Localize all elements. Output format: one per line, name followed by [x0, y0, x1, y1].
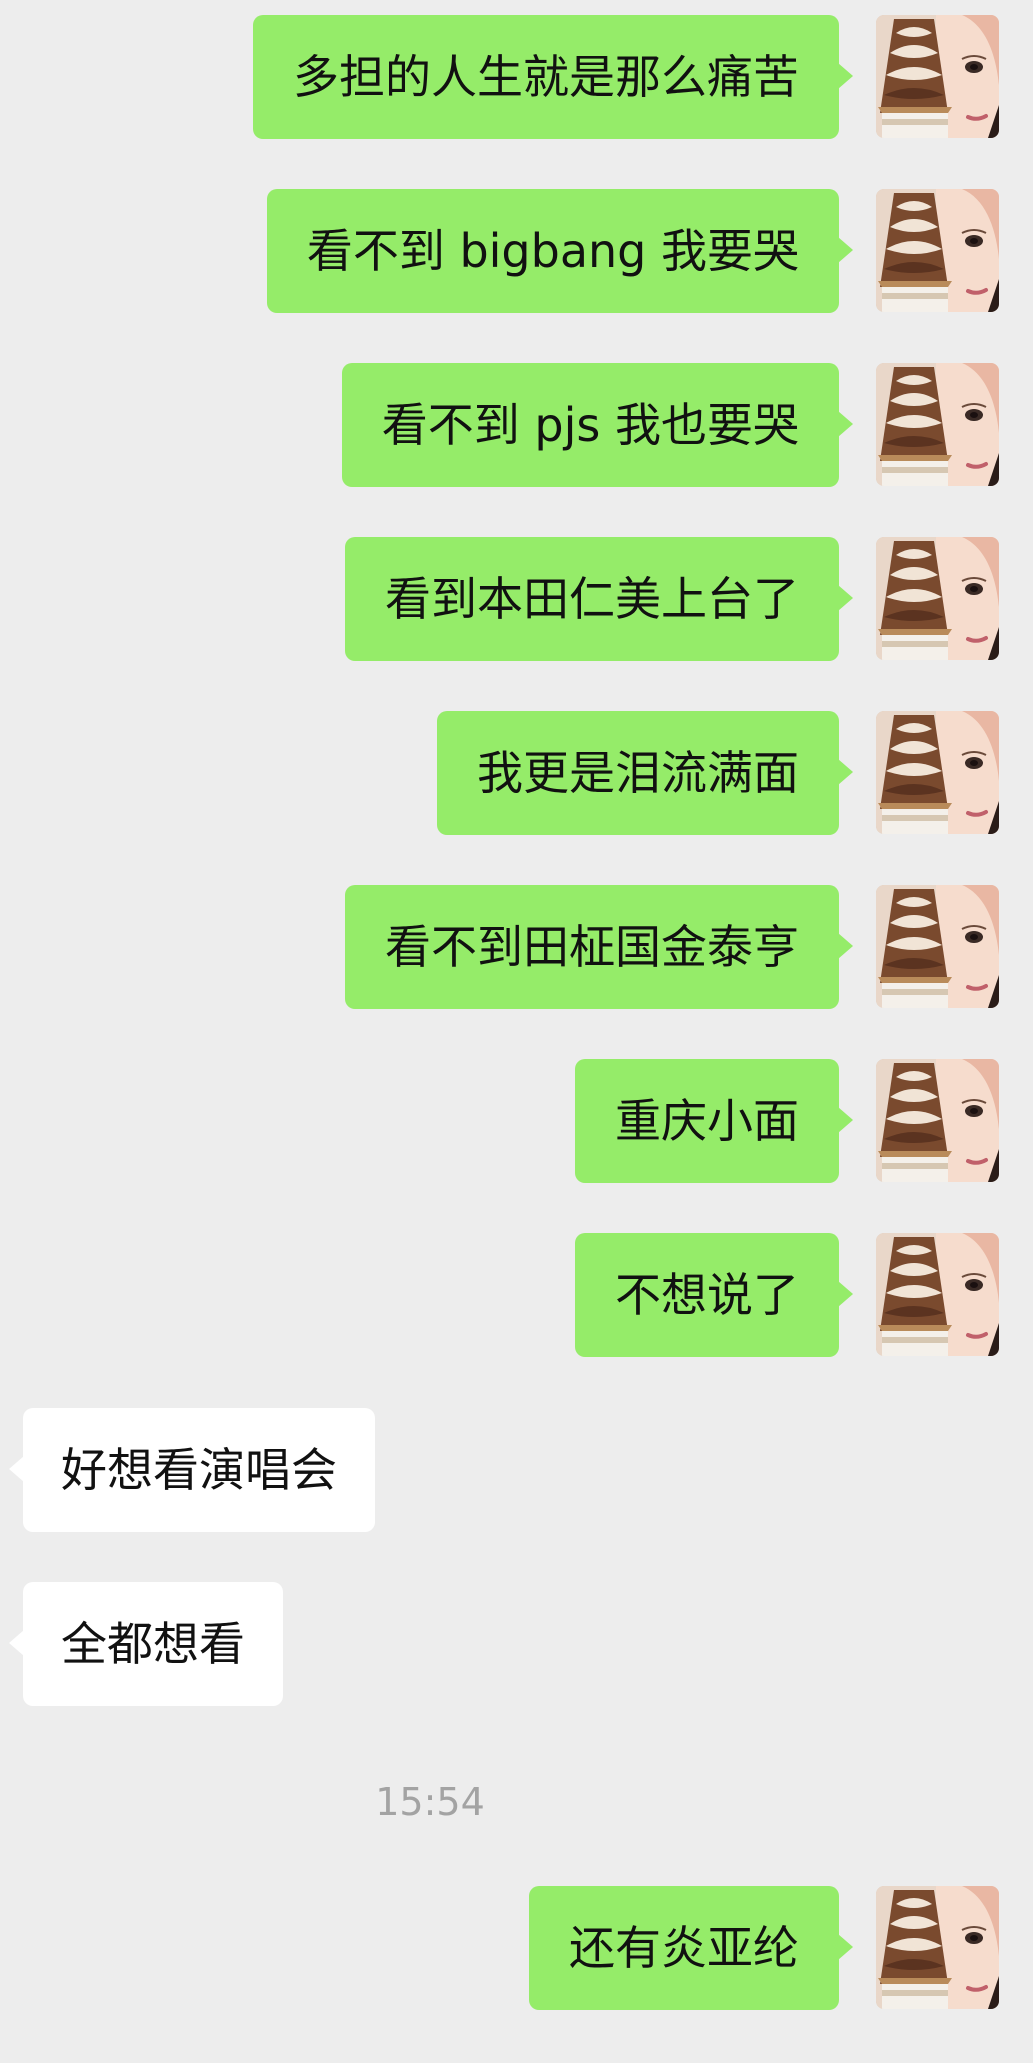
message-text: 好想看演唱会 — [61, 1443, 337, 1497]
sent-message-row: 还有炎亚纶 — [0, 1886, 1033, 2010]
avatar[interactable] — [876, 885, 999, 1008]
sent-message-row: 看到本田仁美上台了 — [0, 537, 1033, 661]
sent-message-row: 多担的人生就是那么痛苦 — [0, 15, 1033, 139]
message-text: 看不到 pjs 我也要哭 — [381, 398, 799, 452]
received-message-row: 好想看演唱会 — [0, 1408, 1033, 1532]
message-text: 看不到田柾国金泰亨 — [385, 920, 799, 974]
sent-message-bubble[interactable]: 重庆小面 — [575, 1059, 853, 1183]
chat-message-list: 多担的人生就是那么痛苦看不到 bigbang 我要哭看不到 pjs 我也要哭 看到… — [0, 0, 1033, 2063]
sent-message-bubble[interactable]: 看不到田柾国金泰亨 — [345, 885, 853, 1009]
message-text: 不想说了 — [615, 1268, 799, 1322]
sent-message-row: 重庆小面 — [0, 1059, 1033, 1183]
message-text: 全都想看 — [61, 1617, 245, 1671]
avatar[interactable] — [876, 537, 999, 660]
sent-message-bubble[interactable]: 看到本田仁美上台了 — [345, 537, 853, 661]
sent-message-bubble[interactable]: 我更是泪流满面 — [437, 711, 853, 835]
sent-message-bubble[interactable]: 看不到 pjs 我也要哭 — [341, 363, 854, 487]
sent-message-bubble[interactable]: 不想说了 — [575, 1233, 853, 1357]
message-timestamp: 15:54 — [375, 1780, 485, 1824]
sent-message-row: 看不到 pjs 我也要哭 — [0, 363, 1033, 487]
sent-message-row: 我更是泪流满面 — [0, 711, 1033, 835]
sent-message-bubble[interactable]: 多担的人生就是那么痛苦 — [253, 15, 853, 139]
received-message-bubble[interactable]: 全都想看 — [9, 1582, 283, 1706]
avatar[interactable] — [876, 711, 999, 834]
avatar[interactable] — [876, 1233, 999, 1356]
sent-message-bubble[interactable]: 还有炎亚纶 — [529, 1886, 853, 2010]
message-text: 看到本田仁美上台了 — [385, 572, 799, 626]
avatar[interactable] — [876, 1059, 999, 1182]
avatar[interactable] — [876, 363, 999, 486]
sent-message-bubble[interactable]: 看不到 bigbang 我要哭 — [266, 189, 854, 313]
message-text: 看不到 bigbang 我要哭 — [306, 224, 799, 278]
avatar[interactable] — [876, 189, 999, 312]
message-text: 重庆小面 — [615, 1094, 799, 1148]
avatar[interactable] — [876, 15, 999, 138]
sent-message-row: 看不到田柾国金泰亨 — [0, 885, 1033, 1009]
message-text: 还有炎亚纶 — [569, 1921, 799, 1975]
received-message-row: 全都想看 — [0, 1582, 1033, 1706]
message-text: 我更是泪流满面 — [477, 746, 799, 800]
received-message-bubble[interactable]: 好想看演唱会 — [9, 1408, 375, 1532]
sent-message-row: 不想说了 — [0, 1233, 1033, 1357]
sent-message-row: 看不到 bigbang 我要哭 — [0, 189, 1033, 313]
avatar[interactable] — [876, 1886, 999, 2009]
message-text: 多担的人生就是那么痛苦 — [293, 50, 799, 104]
